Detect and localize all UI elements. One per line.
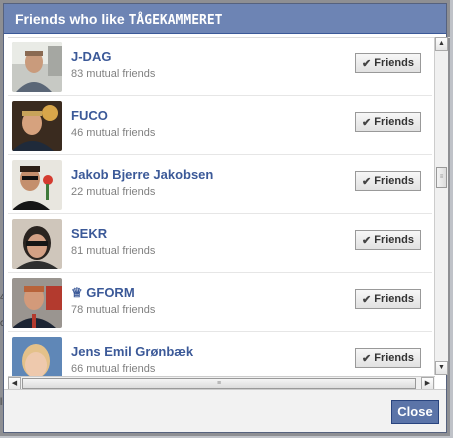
avatar[interactable] (12, 337, 62, 377)
friend-row[interactable]: SEKR 81 mutual friends ✔ Friends (8, 215, 432, 273)
friends-button[interactable]: ✔ Friends (355, 289, 421, 309)
scroll-up-icon[interactable]: ▲ (435, 37, 448, 51)
avatar[interactable] (12, 101, 62, 151)
friends-button[interactable]: ✔ Friends (355, 112, 421, 132)
friends-button-label: Friends (374, 57, 414, 69)
friend-row[interactable]: Jakob Bjerre Jakobsen 22 mutual friends … (8, 156, 432, 214)
avatar[interactable] (12, 219, 62, 269)
mutual-friends-count[interactable]: 22 mutual friends (71, 186, 155, 198)
scroll-down-icon[interactable]: ▼ (435, 361, 448, 375)
close-button[interactable]: Close (391, 400, 439, 424)
friends-button[interactable]: ✔ Friends (355, 230, 421, 250)
friend-name[interactable]: FUCO (71, 108, 108, 123)
mutual-friends-count[interactable]: 83 mutual friends (71, 68, 155, 80)
horizontal-scroll-thumb[interactable]: ≡ (22, 378, 416, 389)
dialog-footer: Close (4, 389, 446, 432)
horizontal-scrollbar[interactable]: ◀ ≡ ▶ (8, 376, 435, 391)
friend-name[interactable]: SEKR (71, 226, 107, 241)
mutual-friends-count[interactable]: 46 mutual friends (71, 127, 155, 139)
friend-name[interactable]: ♕ GFORM (71, 285, 135, 301)
friends-dialog: Friends who like TÅGEKAMMERET J-DAG 83 m… (3, 3, 450, 433)
mutual-friends-count[interactable]: 66 mutual friends (71, 363, 155, 375)
friend-name[interactable]: Jakob Bjerre Jakobsen (71, 167, 213, 182)
mutual-friends-count[interactable]: 78 mutual friends (71, 304, 155, 316)
check-icon: ✔ (362, 234, 372, 247)
vertical-scroll-thumb[interactable]: ≡ (436, 167, 447, 188)
vertical-scrollbar[interactable]: ▲ ≡ ▼ (434, 37, 448, 375)
friend-row[interactable]: FUCO 46 mutual friends ✔ Friends (8, 97, 432, 155)
dialog-title-prefix: Friends who like (15, 11, 129, 27)
friends-button-label: Friends (374, 293, 414, 305)
check-icon: ✔ (362, 293, 372, 306)
friends-button[interactable]: ✔ Friends (355, 53, 421, 73)
friend-row[interactable]: J-DAG 83 mutual friends ✔ Friends (8, 38, 432, 96)
friend-row[interactable]: ♕ GFORM 78 mutual friends ✔ Friends (8, 274, 432, 332)
friends-button-label: Friends (374, 234, 414, 246)
friends-list[interactable]: J-DAG 83 mutual friends ✔ Friends FUCO 4… (8, 37, 450, 377)
avatar[interactable] (12, 42, 62, 92)
check-icon: ✔ (362, 175, 372, 188)
mutual-friends-count[interactable]: 81 mutual friends (71, 245, 155, 257)
friend-row[interactable]: Jens Emil Grønbæk 66 mutual friends ✔ Fr… (8, 333, 432, 377)
check-icon: ✔ (362, 57, 372, 70)
dialog-title: Friends who like TÅGEKAMMERET (4, 4, 446, 34)
dialog-title-page-name: TÅGEKAMMERET (128, 13, 223, 28)
avatar[interactable] (12, 278, 62, 328)
friends-button[interactable]: ✔ Friends (355, 348, 421, 368)
avatar[interactable] (12, 160, 62, 210)
friends-button-label: Friends (374, 175, 414, 187)
check-icon: ✔ (362, 352, 372, 365)
friend-name[interactable]: Jens Emil Grønbæk (71, 344, 193, 359)
friend-name[interactable]: J-DAG (71, 49, 111, 64)
friends-button-label: Friends (374, 116, 414, 128)
check-icon: ✔ (362, 116, 372, 129)
friends-button-label: Friends (374, 352, 414, 364)
friends-button[interactable]: ✔ Friends (355, 171, 421, 191)
